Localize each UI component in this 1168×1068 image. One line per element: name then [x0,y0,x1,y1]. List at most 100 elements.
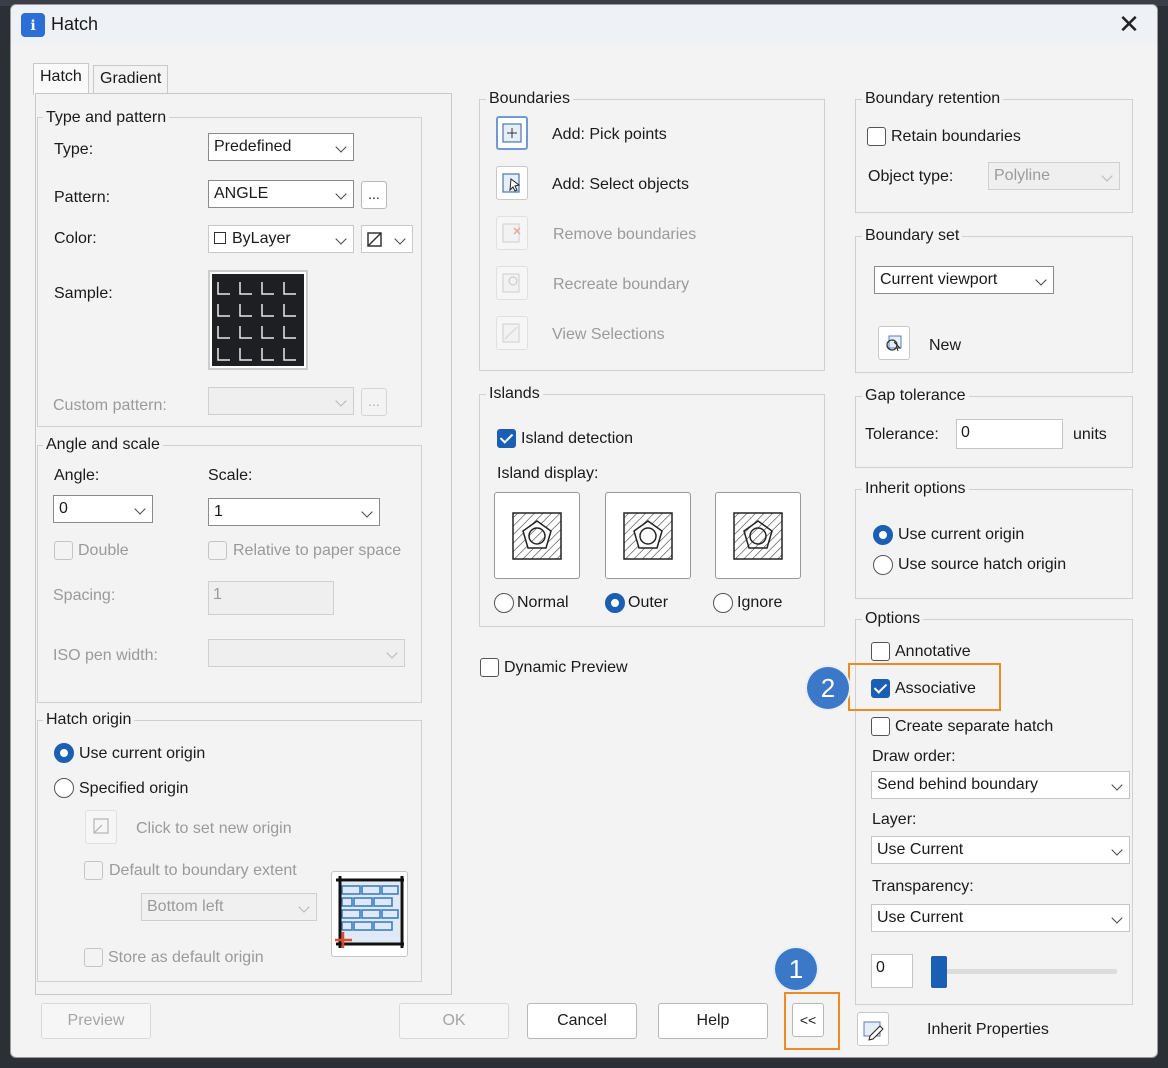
pattern-browse-button[interactable]: ... [361,181,387,209]
type-dropdown[interactable]: Predefined [208,133,354,161]
relative-paper-space-label: Relative to paper space [233,542,402,559]
transparency-slider-thumb[interactable] [931,956,947,988]
collapse-button[interactable]: << [792,1003,824,1037]
island-ignore-tile[interactable] [715,492,801,579]
dialog-title: Hatch [51,14,99,34]
recreate-boundary-button[interactable] [496,266,528,300]
sample-label: Sample: [54,285,113,302]
annotative-checkbox[interactable] [871,642,890,661]
callout-badge-2: 2 [807,667,849,709]
tolerance-input[interactable]: 0 [956,419,1063,449]
select-objects-button[interactable] [496,166,528,200]
transparency-slider-track[interactable] [931,969,1117,974]
use-current-origin-radio[interactable] [54,743,74,763]
inherit-use-current-label: Use current origin [898,526,1025,543]
remove-boundaries-label[interactable]: Remove boundaries [553,226,696,244]
pick-points-button[interactable] [496,116,528,150]
specified-origin-radio[interactable] [54,778,74,798]
transparency-number-input[interactable]: 0 [871,954,913,988]
associative-checkbox[interactable] [871,679,890,698]
new-boundary-set-button[interactable] [878,326,910,360]
angle-label: Angle: [54,467,100,484]
transparency-value: Use Current [877,909,964,926]
view-selections-button[interactable] [496,316,528,350]
inherit-properties-button[interactable] [857,1012,889,1046]
custom-pattern-browse-button[interactable]: ... [361,388,387,416]
scale-dropdown[interactable]: 1 [208,498,380,526]
ok-button[interactable]: OK [399,1003,509,1039]
default-boundary-extent-label: Default to boundary extent [109,862,297,879]
pick-points-label[interactable]: Add: Pick points [552,126,667,144]
boundary-set-dropdown[interactable]: Current viewport [874,266,1054,294]
island-display-label: Island display: [497,465,599,482]
chevron-down-icon [1111,844,1123,856]
island-normal-tile[interactable] [494,492,580,579]
pattern-label: Pattern: [54,189,111,206]
title-bar: ℹ Hatch ✕ [11,5,1157,45]
help-button[interactable]: Help [658,1003,768,1039]
boundary-set-title: Boundary set [862,227,963,245]
pick-points-icon [502,123,522,143]
object-type-label: Object type: [868,168,954,185]
island-ignore-icon [733,512,783,560]
island-normal-label: Normal [517,594,569,611]
island-outer-tile[interactable] [605,492,691,579]
recreate-boundary-icon [502,273,520,293]
layer-dropdown[interactable]: Use Current [871,836,1130,864]
inherit-options-title: Inherit options [862,480,969,498]
type-pattern-title: Type and pattern [43,109,170,127]
iso-pen-width-dropdown[interactable] [208,639,405,667]
transparency-dropdown[interactable]: Use Current [871,904,1130,932]
spacing-input[interactable]: 1 [208,581,334,615]
click-set-origin-button[interactable] [85,810,117,844]
boundaries-title: Boundaries [486,90,573,108]
angle-pattern-preview [212,274,304,366]
pattern-value: ANGLE [214,185,269,202]
chevron-down-icon [335,141,347,153]
inherit-use-source-radio[interactable] [873,555,893,575]
inherit-properties-label: Inherit Properties [927,1021,1049,1038]
island-normal-radio[interactable] [494,593,514,613]
relative-paper-space-checkbox[interactable] [208,541,227,560]
island-normal-icon [512,512,562,560]
islands-title: Islands [486,385,543,403]
app-icon: ℹ [21,13,45,37]
angle-dropdown[interactable]: 0 [53,495,153,523]
recreate-boundary-label[interactable]: Recreate boundary [553,276,689,294]
select-objects-icon [502,173,521,193]
object-type-dropdown[interactable]: Polyline [988,162,1120,190]
store-default-origin-checkbox[interactable] [84,948,103,967]
custom-pattern-dropdown[interactable] [208,387,354,415]
cancel-button[interactable]: Cancel [527,1003,637,1039]
inherit-use-current-radio[interactable] [873,525,893,545]
dynamic-preview-checkbox[interactable] [480,658,499,677]
click-set-origin-label: Click to set new origin [136,820,292,837]
chevron-down-icon [298,901,310,913]
preview-button[interactable]: Preview [41,1003,151,1039]
origin-position-dropdown[interactable]: Bottom left [141,893,317,921]
retain-boundaries-checkbox[interactable] [867,127,886,146]
island-ignore-radio[interactable] [713,593,733,613]
island-detection-checkbox[interactable] [497,429,516,448]
select-objects-label[interactable]: Add: Select objects [552,176,689,194]
default-boundary-extent-checkbox[interactable] [84,861,103,880]
separate-hatch-checkbox[interactable] [871,717,890,736]
tab-hatch[interactable]: Hatch [33,63,89,95]
separate-hatch-label: Create separate hatch [895,718,1054,735]
island-outer-radio[interactable] [605,593,625,613]
view-selections-label[interactable]: View Selections [552,326,665,344]
double-checkbox[interactable] [54,541,73,560]
tab-gradient[interactable]: Gradient [93,65,169,93]
chevron-down-icon [386,647,398,659]
close-button[interactable]: ✕ [1113,9,1145,41]
object-type-value: Polyline [994,167,1051,184]
color-dropdown[interactable]: ByLayer [208,225,354,253]
remove-boundaries-button[interactable] [496,216,528,250]
pattern-dropdown[interactable]: ANGLE [208,180,354,208]
use-current-origin-label: Use current origin [79,745,206,762]
origin-position-value: Bottom left [147,898,224,915]
draw-order-dropdown[interactable]: Send behind boundary [871,771,1130,799]
background-color-dropdown[interactable] [361,225,413,253]
new-selection-icon [886,335,902,352]
pattern-sample[interactable] [208,270,308,370]
